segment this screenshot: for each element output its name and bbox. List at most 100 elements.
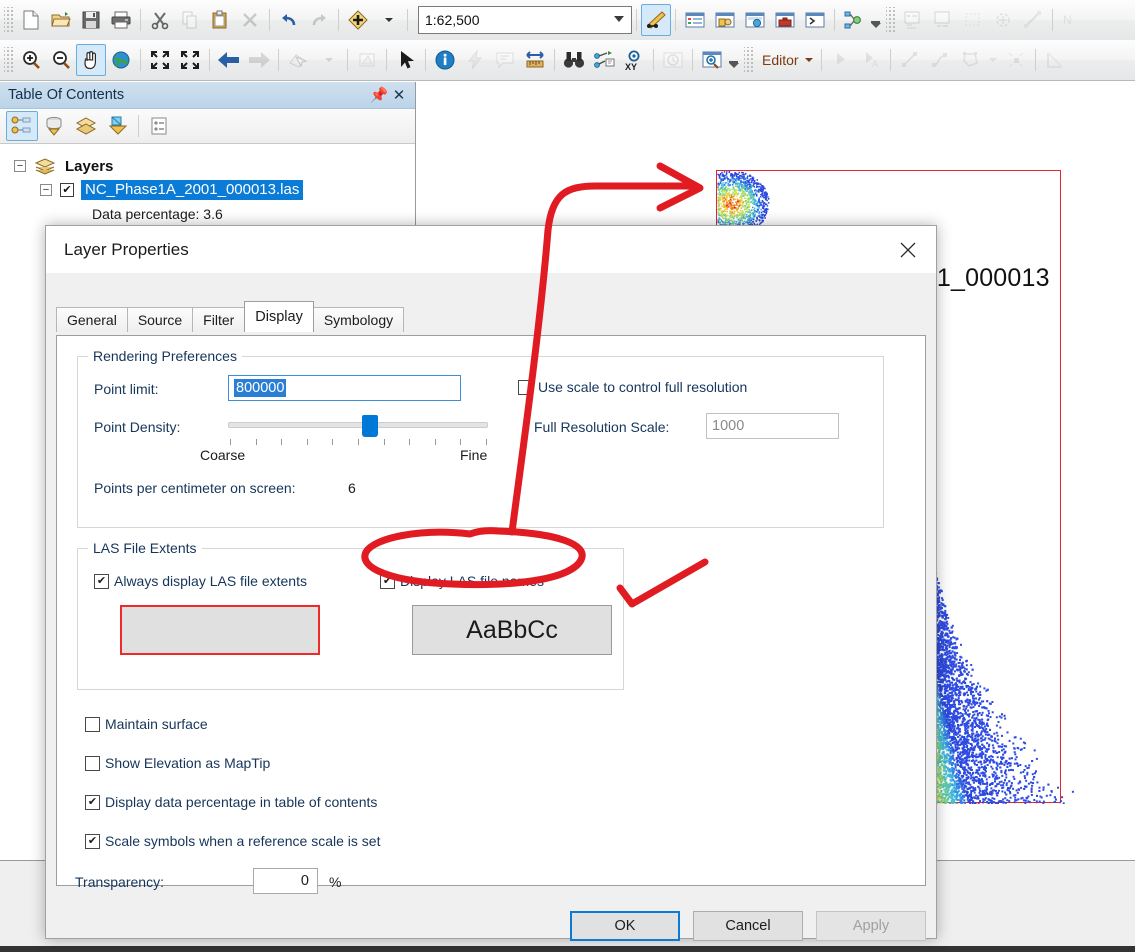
undo-arrow-icon[interactable]	[274, 4, 304, 36]
toolbar-grip[interactable]	[886, 7, 895, 33]
copy-icon[interactable]	[175, 4, 205, 36]
close-icon[interactable]	[886, 232, 930, 268]
globe-full-extent-icon[interactable]	[106, 44, 136, 76]
list-by-source-icon[interactable]	[38, 111, 70, 141]
show-elevation-maptip-checkbox[interactable]	[85, 755, 100, 771]
collapse-expander-icon[interactable]: −	[14, 160, 26, 172]
scale-symbols-checkbox[interactable]	[85, 833, 100, 849]
add-data-plus-icon[interactable]	[343, 4, 373, 36]
show-elevation-maptip-row[interactable]: Show Elevation as MapTip	[85, 755, 270, 771]
display-las-file-names-checkbox[interactable]	[380, 573, 395, 589]
point-density-slider[interactable]	[228, 415, 488, 437]
delete-x-icon[interactable]	[235, 4, 265, 36]
toolbox-icon[interactable]	[770, 4, 800, 36]
redo-arrow-icon[interactable]	[304, 4, 334, 36]
toolbar-grip[interactable]	[4, 7, 13, 33]
table-of-contents-icon[interactable]	[680, 4, 710, 36]
open-folder-icon[interactable]	[46, 4, 76, 36]
rotate-icon[interactable]	[988, 4, 1018, 36]
layer-visibility-checkbox[interactable]	[60, 183, 74, 197]
editor-menu-label[interactable]: Editor	[756, 52, 801, 68]
tab-source[interactable]: Source	[126, 307, 194, 332]
list-by-selection-icon[interactable]	[102, 111, 134, 141]
select-elements-arrow-icon[interactable]	[391, 44, 421, 76]
chevron-down-icon[interactable]	[313, 44, 343, 76]
maintain-surface-checkbox[interactable]	[85, 716, 100, 732]
use-scale-checkbox-row[interactable]: Use scale to control full resolution	[518, 379, 747, 395]
extent-symbol-preview-button[interactable]	[120, 605, 320, 655]
map-scale-combobox[interactable]: 1:62,500	[418, 6, 632, 34]
use-scale-checkbox[interactable]	[518, 379, 533, 395]
pin-icon[interactable]: 📌	[369, 86, 389, 104]
display-data-percentage-row[interactable]: Display data percentage in table of cont…	[85, 794, 377, 810]
clear-selection-icon[interactable]	[352, 44, 382, 76]
forward-extent-arrow-icon[interactable]	[244, 44, 274, 76]
find-binoculars-icon[interactable]	[559, 44, 589, 76]
scissors-cut-icon[interactable]	[145, 4, 175, 36]
edit-pencil-graph-icon[interactable]	[641, 4, 671, 36]
toolbar-grip[interactable]	[4, 47, 13, 73]
ok-button[interactable]: OK	[570, 911, 680, 941]
always-display-extents-checkbox[interactable]	[94, 573, 109, 589]
pan-hand-icon[interactable]	[76, 44, 106, 76]
toc-layer-node[interactable]: − NC_Phase1A_2001_000013.las	[14, 178, 415, 202]
edit-vertices-icon[interactable]	[1001, 44, 1031, 76]
north-arrow-icon[interactable]: N	[1057, 4, 1087, 36]
save-floppy-icon[interactable]	[76, 4, 106, 36]
edit-annotation-tool-icon[interactable]: A	[856, 44, 886, 76]
full-resolution-scale-input[interactable]: 1000	[706, 413, 839, 439]
display-las-file-names-row[interactable]: Display LAS file names	[380, 573, 544, 589]
select-features-icon[interactable]	[283, 44, 313, 76]
paste-clipboard-icon[interactable]	[205, 4, 235, 36]
chevron-down-icon[interactable]	[614, 16, 624, 22]
catalog-window-icon[interactable]	[710, 4, 740, 36]
point-limit-input[interactable]: 800000	[228, 375, 461, 401]
toolbar-overflow-button[interactable]	[869, 5, 882, 35]
toolbar-grip[interactable]	[744, 47, 753, 73]
chevron-down-icon[interactable]	[985, 44, 1001, 76]
apply-button[interactable]: Apply	[816, 911, 926, 941]
tab-display[interactable]: Display	[244, 301, 314, 332]
close-icon[interactable]: ✕	[389, 86, 409, 104]
options-icon[interactable]	[143, 111, 175, 141]
attributes-icon[interactable]	[928, 4, 958, 36]
construct-geometry-icon[interactable]	[1040, 44, 1070, 76]
tab-filter[interactable]: Filter	[192, 307, 246, 332]
printer-icon[interactable]	[106, 4, 136, 36]
toc-root-node[interactable]: − Layers	[14, 154, 415, 178]
always-display-extents-row[interactable]: Always display LAS file extents	[94, 573, 307, 589]
chevron-down-icon[interactable]	[801, 44, 817, 76]
sketch-properties-icon[interactable]	[958, 4, 988, 36]
back-extent-arrow-icon[interactable]	[214, 44, 244, 76]
new-document-icon[interactable]	[16, 4, 46, 36]
scale-symbols-row[interactable]: Scale symbols when a reference scale is …	[85, 833, 380, 849]
find-route-icon[interactable]	[589, 44, 619, 76]
list-by-visibility-icon[interactable]	[70, 111, 102, 141]
slider-thumb[interactable]	[362, 415, 378, 437]
trace-tool-icon[interactable]	[955, 44, 985, 76]
list-by-drawing-order-icon[interactable]	[6, 111, 38, 141]
tab-symbology[interactable]: Symbology	[312, 307, 405, 332]
collapse-expander-icon[interactable]: −	[40, 184, 52, 196]
measure-ruler-icon[interactable]	[520, 44, 550, 76]
edit-tool-arrow-icon[interactable]	[826, 44, 856, 76]
chevron-down-icon[interactable]	[373, 4, 403, 36]
html-popup-icon[interactable]	[490, 44, 520, 76]
tab-general[interactable]: General	[56, 307, 128, 332]
maintain-surface-row[interactable]: Maintain surface	[85, 716, 208, 732]
measure-construction-icon[interactable]	[1018, 4, 1048, 36]
search-window-icon[interactable]	[740, 4, 770, 36]
fixed-zoom-out-icon[interactable]	[175, 44, 205, 76]
zoom-in-icon[interactable]	[16, 44, 46, 76]
model-builder-icon[interactable]	[839, 4, 869, 36]
create-features-icon[interactable]	[898, 4, 928, 36]
straight-segment-icon[interactable]	[895, 44, 925, 76]
identify-info-icon[interactable]	[430, 44, 460, 76]
label-font-preview-button[interactable]: AaBbCc	[412, 605, 612, 655]
toolbar-overflow-button[interactable]	[727, 45, 740, 75]
create-viewer-window-icon[interactable]	[697, 44, 727, 76]
hyperlink-lightning-icon[interactable]	[460, 44, 490, 76]
time-slider-icon[interactable]	[658, 44, 688, 76]
cancel-button[interactable]: Cancel	[693, 911, 803, 941]
zoom-out-icon[interactable]	[46, 44, 76, 76]
